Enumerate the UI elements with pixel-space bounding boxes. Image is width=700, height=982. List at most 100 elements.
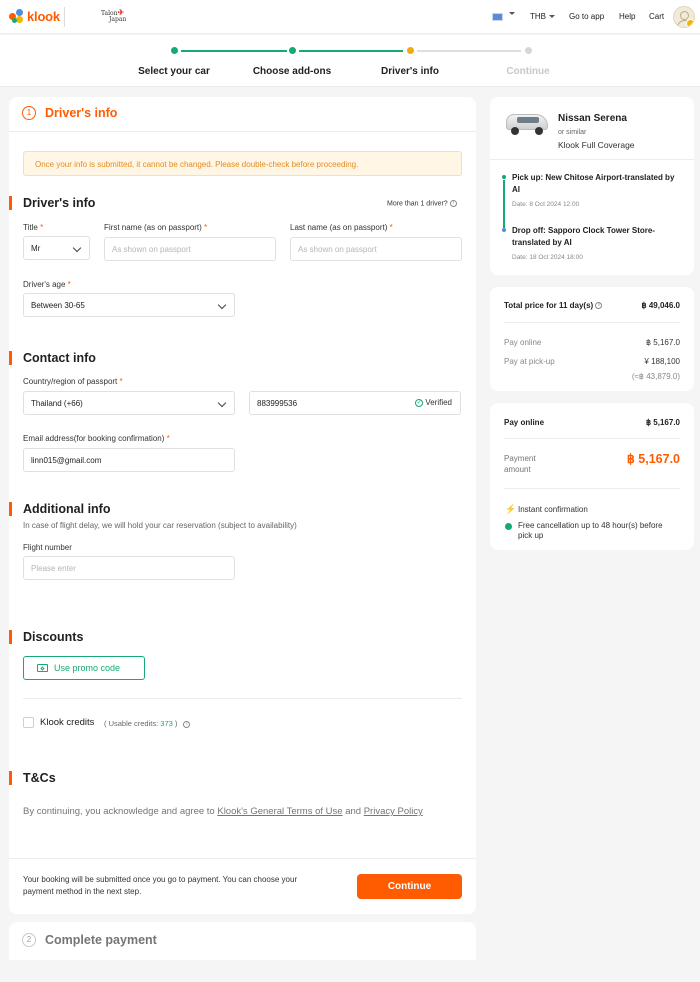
card-title: Driver's info <box>45 106 118 120</box>
language-dropdown-caret-icon[interactable] <box>506 9 515 18</box>
dropoff-location: Drop off: Sapporo Clock Tower Store-tran… <box>512 226 655 247</box>
summary-divider <box>490 159 694 160</box>
step-dot-done <box>171 47 178 54</box>
step-label-select-car: Select your car <box>138 66 210 77</box>
language-flag-icon[interactable] <box>492 13 503 21</box>
section-accent <box>9 351 12 365</box>
email-input[interactable]: linn015@gmail.com <box>23 448 235 472</box>
pickup-location: Pick up: New Chitose Airport-translated … <box>512 173 675 194</box>
drivers-age-select[interactable]: Between 30-65 <box>23 293 235 317</box>
continue-button[interactable]: Continue <box>357 874 462 899</box>
submit-divider <box>9 858 476 859</box>
drivers-info-heading: Driver's info <box>23 196 96 210</box>
payment-amount-label: Payment amount <box>504 454 536 474</box>
check-circle-icon <box>505 523 512 530</box>
country-code-select[interactable]: Thailand (+66) <box>23 391 235 415</box>
contact-info-heading: Contact info <box>23 351 96 365</box>
partner-logo: Talon✈ Japan <box>101 7 127 23</box>
lightning-icon: ⚡ <box>505 504 517 514</box>
top-header: klook Talon✈ Japan THB Go to app Help Ca… <box>0 0 700 34</box>
instant-confirmation: Instant confirmation <box>518 505 588 514</box>
warning-banner: Once your info is submitted, it cannot b… <box>23 151 462 176</box>
free-cancellation: Free cancellation up to 48 hour(s) befor… <box>518 521 663 540</box>
member-badge-icon <box>686 19 694 27</box>
help-link[interactable]: Help <box>619 12 635 21</box>
step-label-add-ons: Choose add-ons <box>252 66 332 77</box>
check-circle-icon: ✓ <box>415 398 424 407</box>
discounts-heading: Discounts <box>23 630 84 644</box>
last-name-input[interactable]: As shown on passport <box>290 237 462 261</box>
pay-at-pickup-approx: (≈฿ 43,879.0) <box>631 372 680 381</box>
chevron-down-icon <box>217 300 227 310</box>
country-label: Country/region of passport * <box>23 377 123 386</box>
title-select[interactable]: Mr <box>23 236 90 260</box>
general-terms-link[interactable]: Klook's General Terms of Use <box>217 806 342 817</box>
pickup-dot-icon <box>502 175 506 179</box>
total-price-value: ฿ 49,046.0 <box>641 301 680 310</box>
step-dot-done <box>289 47 296 54</box>
section-accent <box>9 196 12 210</box>
route-line <box>503 180 505 228</box>
flight-number-input[interactable]: Please enter <box>23 556 235 580</box>
tcs-text: By continuing, you acknowledge and agree… <box>23 806 423 817</box>
chevron-down-icon <box>549 15 555 19</box>
klook-credits-label: Klook credits <box>40 717 95 728</box>
more-than-one-driver-link[interactable]: More than 1 driver? i <box>387 200 457 207</box>
cart-link[interactable]: Cart <box>649 12 664 21</box>
dropoff-date: Date: 18 Oct 2024 18:00 <box>512 254 583 261</box>
brand-name: klook <box>27 9 60 24</box>
payment-divider <box>504 438 680 439</box>
section-accent <box>9 502 12 516</box>
additional-info-description: In case of flight delay, we will hold yo… <box>23 521 297 530</box>
step-line-pending <box>417 50 521 52</box>
chevron-down-icon <box>72 243 82 253</box>
step-label-continue: Continue <box>506 66 550 77</box>
tcs-heading: T&Cs <box>23 771 56 785</box>
pay-online-label: Pay online <box>504 338 542 347</box>
klook-credits-checkbox[interactable] <box>23 717 34 728</box>
email-label: Email address(for booking confirmation) … <box>23 434 170 443</box>
phone-number-input[interactable]: 883999536 ✓ Verified <box>249 391 461 415</box>
pay-online-value: ฿ 5,167.0 <box>645 338 680 347</box>
step-number-badge: 1 <box>22 106 36 120</box>
go-to-app-link[interactable]: Go to app <box>569 12 604 21</box>
discount-divider <box>23 698 462 699</box>
booking-progress: Select your car Choose add-ons Driver's … <box>0 35 700 87</box>
car-similar: or similar <box>558 129 587 136</box>
header-divider <box>64 7 65 27</box>
step-line-done <box>299 50 403 52</box>
pay-at-pickup-label: Pay at pick-up <box>504 357 555 366</box>
currency-selector[interactable]: THB <box>530 12 555 21</box>
last-name-label: Last name (as on passport) * <box>290 223 393 232</box>
klook-logo[interactable]: klook <box>9 9 60 24</box>
info-icon: i <box>449 200 457 207</box>
first-name-input[interactable]: As shown on passport <box>104 237 276 261</box>
total-price-label: Total price for 11 day(s) i <box>504 301 603 310</box>
step-dot-pending <box>525 47 532 54</box>
price-divider <box>504 322 680 323</box>
first-name-label: First name (as on passport) * <box>104 223 208 232</box>
section-accent <box>9 771 12 785</box>
dropoff-dot-icon <box>502 228 506 232</box>
drivers-age-label: Driver's age * <box>23 280 71 289</box>
section-accent <box>9 630 12 644</box>
verified-status: ✓ Verified <box>415 398 452 407</box>
coverage-name: Klook Full Coverage <box>558 140 635 150</box>
car-image <box>503 111 551 137</box>
privacy-policy-link[interactable]: Privacy Policy <box>364 806 423 817</box>
payment-pay-online-value: ฿ 5,167.0 <box>645 418 680 427</box>
step-line-done <box>181 50 287 52</box>
avatar[interactable] <box>673 6 695 28</box>
payment-divider <box>504 488 680 489</box>
use-promo-code-button[interactable]: Use promo code <box>23 656 145 680</box>
additional-info-heading: Additional info <box>23 502 111 516</box>
ticket-icon <box>37 664 48 672</box>
step-number-badge: 2 <box>22 933 36 947</box>
usable-credits: ( Usable credits: 373 ) i <box>104 719 191 728</box>
card-title-divider <box>9 131 476 132</box>
complete-payment-title: Complete payment <box>45 933 157 947</box>
flight-number-label: Flight number <box>23 543 72 552</box>
car-name: Nissan Serena <box>558 113 627 124</box>
info-icon: i <box>183 720 191 728</box>
payment-pay-online-label: Pay online <box>504 418 545 427</box>
